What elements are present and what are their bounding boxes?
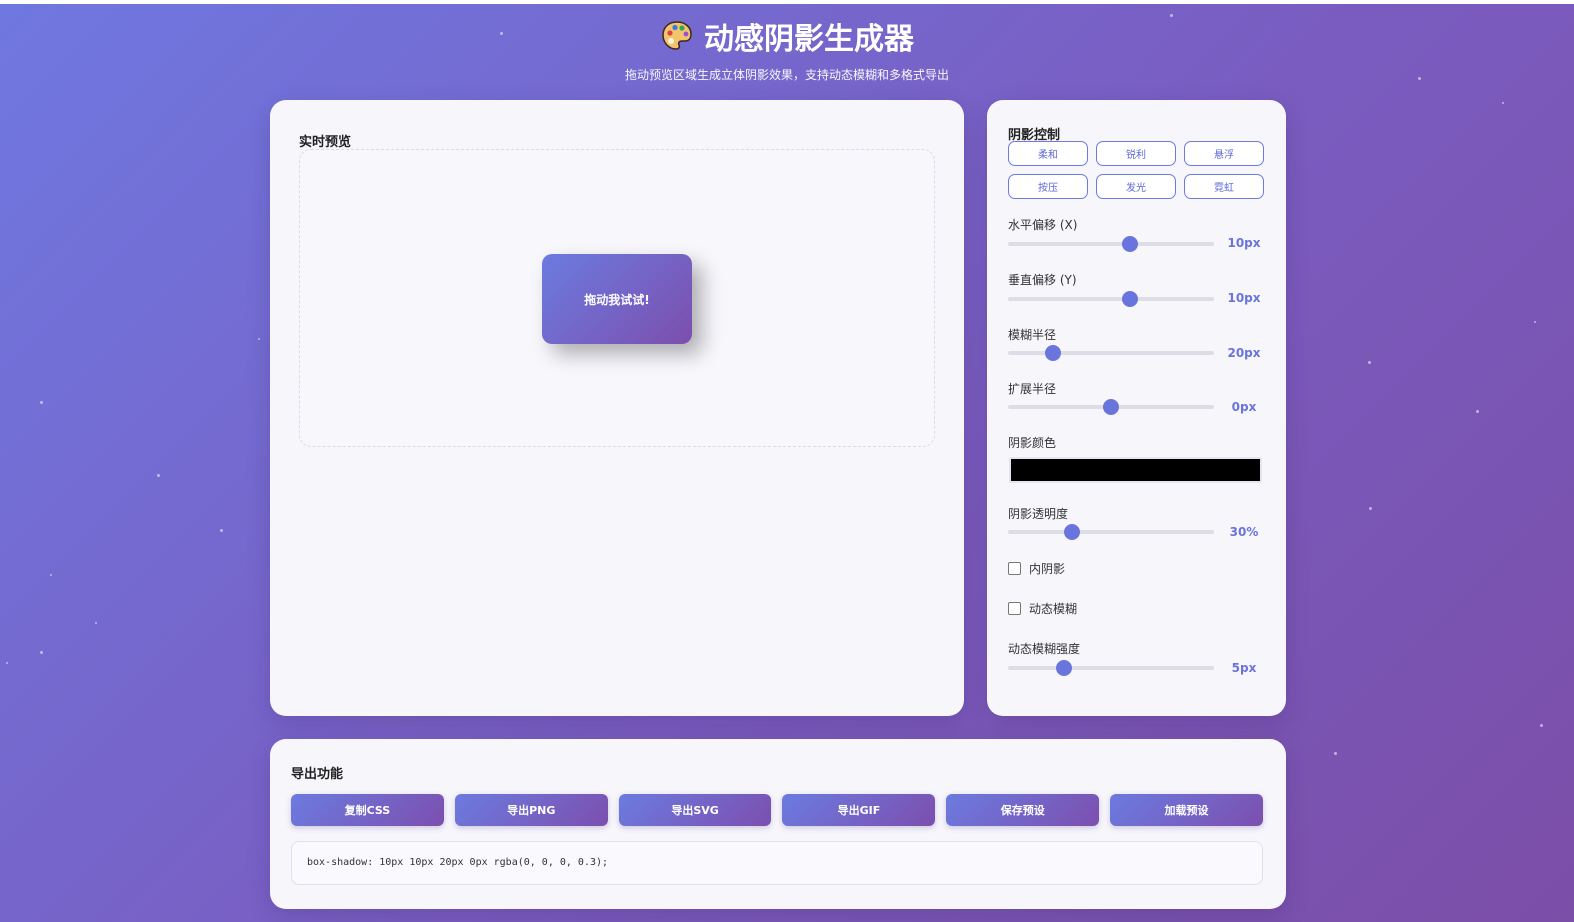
x-offset-value: 10px [1227, 236, 1261, 250]
page-subtitle: 拖动预览区域生成立体阴影效果，支持动态模糊和多格式导出 [624, 68, 949, 82]
shadow-control-panel: 阴影控制 柔和 锐利 悬浮 按压 发光 霓虹 水平偏移 (X) 10px 垂直偏… [987, 100, 1286, 716]
inset-shadow-checkbox[interactable] [1008, 562, 1021, 575]
shadow-color-picker[interactable] [1009, 457, 1262, 483]
blur-radius-label: 模糊半径 [1008, 328, 1057, 342]
shadow-color-label: 阴影颜色 [1008, 436, 1057, 450]
motion-blur-label: 动态模糊 [1029, 602, 1078, 616]
preset-neon-button[interactable]: 霓虹 [1184, 174, 1264, 199]
motion-blur-strength-label: 动态模糊强度 [1008, 642, 1081, 656]
background-star [1502, 102, 1504, 104]
background-star [6, 662, 8, 664]
opacity-slider-thumb[interactable] [1063, 524, 1080, 540]
preset-pressed-button[interactable]: 按压 [1008, 174, 1088, 199]
background-star [95, 622, 97, 624]
export-gif-button[interactable]: 导出GIF [782, 794, 936, 826]
preview-panel: 实时预览 拖动我试试! [270, 100, 964, 716]
x-offset-slider-thumb[interactable] [1121, 236, 1138, 252]
css-code-output[interactable]: box-shadow: 10px 10px 20px 0px rgba(0, 0… [291, 841, 1263, 885]
motion-blur-strength-slider-thumb[interactable] [1055, 660, 1072, 676]
background-star [1476, 410, 1479, 413]
motion-blur-checkbox[interactable] [1008, 602, 1021, 615]
preset-float-button[interactable]: 悬浮 [1184, 141, 1264, 166]
preview-title: 实时预览 [299, 135, 352, 150]
background-star [40, 401, 43, 404]
page-title: 动感阴影生成器 [0, 14, 1574, 58]
export-title: 导出功能 [291, 767, 344, 782]
blur-radius-slider[interactable] [1008, 345, 1214, 361]
x-offset-label: 水平偏移 (X) [1008, 218, 1078, 232]
export-buttons: 复制CSS 导出PNG 导出SVG 导出GIF 保存预设 加载预设 [291, 794, 1263, 826]
load-preset-button[interactable]: 加载预设 [1110, 794, 1263, 826]
draggable-shadow-box[interactable]: 拖动我试试! [542, 254, 692, 344]
inset-shadow-option: 内阴影 [1008, 560, 1065, 577]
y-offset-slider-thumb[interactable] [1121, 291, 1138, 307]
opacity-label: 阴影透明度 [1008, 507, 1069, 521]
background-star [50, 574, 52, 576]
background-star [1334, 752, 1337, 755]
preset-sharp-button[interactable]: 锐利 [1096, 141, 1176, 166]
spread-radius-label: 扩展半径 [1008, 382, 1057, 396]
background-star [1369, 507, 1372, 510]
background-star [258, 338, 260, 340]
export-svg-button[interactable]: 导出SVG [618, 794, 772, 826]
opacity-value: 30% [1229, 525, 1259, 539]
background-star [1368, 361, 1371, 364]
preset-grid: 柔和 锐利 悬浮 按压 发光 霓虹 [1008, 141, 1264, 199]
export-panel: 导出功能 复制CSS 导出PNG 导出SVG 导出GIF 保存预设 加载预设 b… [270, 739, 1286, 909]
x-offset-slider[interactable] [1008, 236, 1214, 252]
palette-icon [662, 21, 692, 50]
motion-blur-option: 动态模糊 [1008, 600, 1077, 617]
spread-radius-slider[interactable] [1008, 399, 1214, 415]
page-header: 动感阴影生成器 拖动预览区域生成立体阴影效果，支持动态模糊和多格式导出 [0, 14, 1574, 83]
blur-radius-slider-thumb[interactable] [1045, 345, 1062, 361]
spread-radius-value: 0px [1231, 400, 1257, 414]
save-preset-button[interactable]: 保存预设 [946, 794, 1100, 826]
y-offset-value: 10px [1227, 291, 1261, 305]
background-star [1534, 321, 1536, 323]
preset-glow-button[interactable]: 发光 [1096, 174, 1176, 199]
background-star [1540, 724, 1543, 727]
blur-radius-value: 20px [1227, 346, 1261, 360]
preview-area[interactable]: 拖动我试试! [299, 149, 935, 447]
export-png-button[interactable]: 导出PNG [454, 794, 608, 826]
inset-shadow-label: 内阴影 [1029, 562, 1066, 576]
y-offset-slider[interactable] [1008, 291, 1214, 307]
background-star [220, 529, 223, 532]
motion-blur-strength-value: 5px [1231, 661, 1257, 675]
opacity-slider[interactable] [1008, 524, 1214, 540]
preset-soft-button[interactable]: 柔和 [1008, 141, 1088, 166]
title-text: 动感阴影生成器 [704, 22, 914, 57]
spread-radius-slider-thumb[interactable] [1103, 399, 1119, 415]
y-offset-label: 垂直偏移 (Y) [1008, 273, 1077, 287]
motion-blur-strength-slider[interactable] [1008, 660, 1214, 676]
background-star [40, 651, 43, 654]
copy-css-button[interactable]: 复制CSS [291, 794, 444, 826]
background-star [157, 474, 160, 477]
